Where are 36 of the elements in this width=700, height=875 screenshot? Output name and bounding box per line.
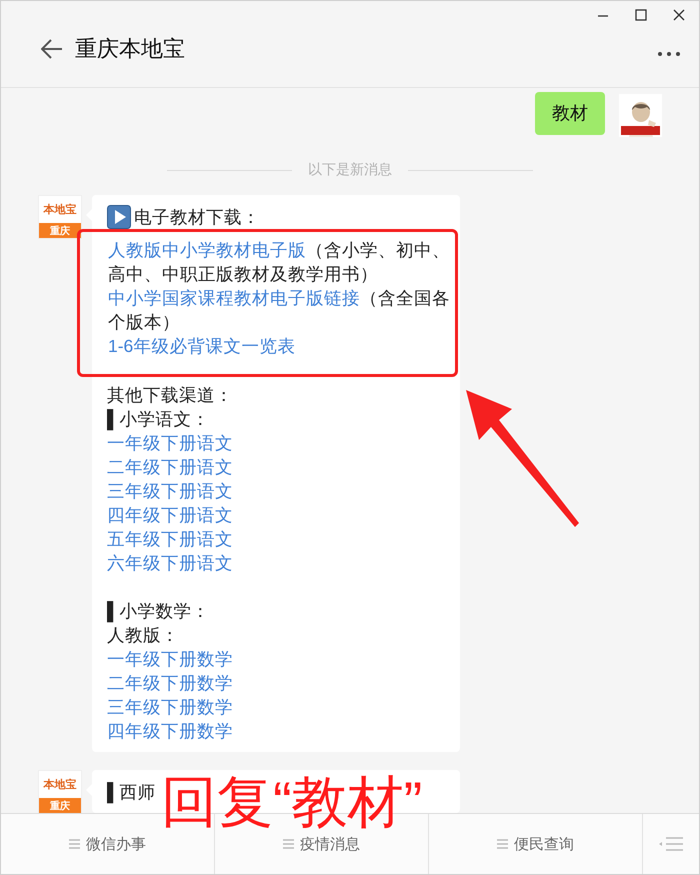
text-link[interactable]: 人教版中小学教材电子版 [108,240,306,260]
text-link[interactable]: 1-6年级必背课文一览表 [108,336,296,356]
back-icon[interactable] [41,39,63,59]
text-link[interactable]: 一年级下册数学 [107,649,233,669]
close-icon[interactable] [673,9,685,21]
play-icon [107,205,131,229]
menu-tab[interactable]: 便民查询 [429,814,643,874]
link-line: 人教版中小学教材电子版（含小学、初中、高中、中职正版教材及教学用书） [108,239,451,286]
message-text: 其他下载渠道： [107,384,233,407]
window-title: 重庆本地宝 [75,35,185,63]
text-link[interactable]: 二年级下册数学 [107,673,233,693]
text-link[interactable]: 四年级下册语文 [107,505,233,525]
avatar[interactable]: 本地宝 重庆 [38,770,82,813]
list-icon [283,839,294,849]
list-icon [497,839,508,849]
message-text: ▌西师 [107,781,156,804]
text-link[interactable]: 中小学国家课程教材电子版链接 [108,288,360,308]
text-link[interactable]: 五年级下册语文 [107,529,233,549]
message-text: 人教版： [107,624,179,647]
text-link[interactable]: 二年级下册语文 [107,457,233,477]
maximize-icon[interactable] [635,9,647,21]
text-link[interactable]: 三年级下册语文 [107,481,233,501]
link-line: 中小学国家课程教材电子版链接（含全国各个版本） [108,287,451,334]
sent-message: 教材 [535,92,605,135]
message-text: ▌小学数学： [107,600,210,623]
avatar[interactable]: 本地宝 重庆 [38,195,82,239]
list-icon [69,839,80,849]
text-link[interactable]: 六年级下册语文 [107,553,233,573]
text-link[interactable]: 一年级下册语文 [107,433,233,453]
new-messages-divider: 以下是新消息 [308,161,392,179]
more-icon[interactable] [657,51,681,57]
message-text: ▌小学语文： [107,408,210,431]
section-heading: 电子教材下载： [134,206,260,229]
text-link[interactable]: 四年级下册数学 [107,721,233,741]
keyboard-toggle-icon[interactable] [659,837,683,851]
text-link[interactable]: 三年级下册数学 [107,697,233,717]
